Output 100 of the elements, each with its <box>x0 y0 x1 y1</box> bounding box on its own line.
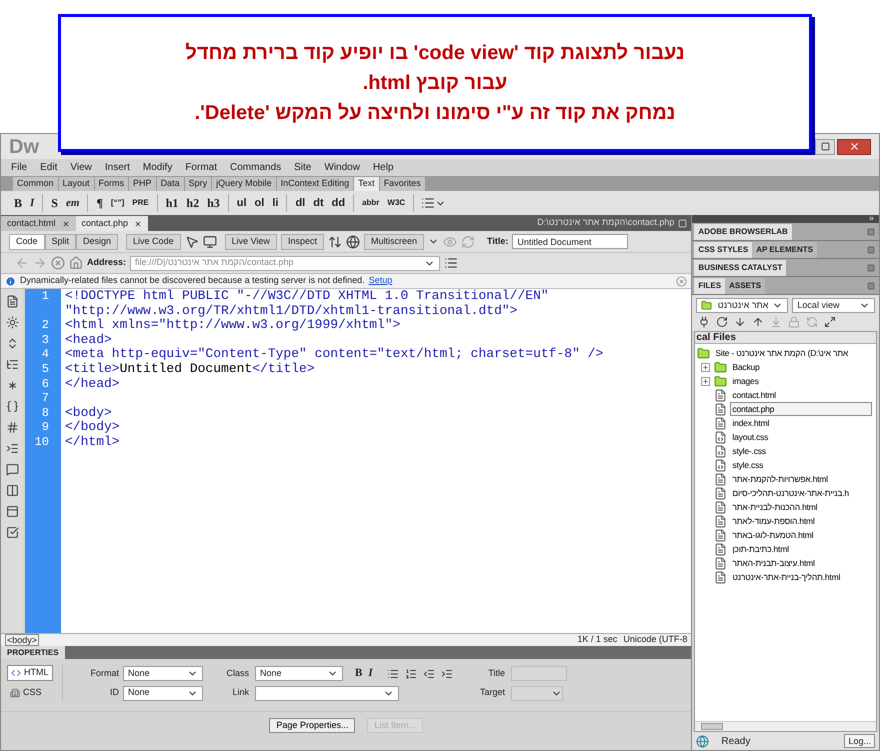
view-button[interactable]: Code <box>9 234 45 250</box>
file-name[interactable]: index.html <box>731 416 770 430</box>
format-button[interactable]: dl <box>294 194 306 212</box>
list-icon[interactable] <box>444 256 458 270</box>
close-icon[interactable] <box>62 220 70 228</box>
menu-item[interactable]: File <box>11 160 28 175</box>
file-name[interactable]: אפשרויות-להקמת-אתר.html <box>731 472 829 486</box>
format-button[interactable]: PRE <box>131 194 150 212</box>
format-button[interactable]: ul <box>236 194 248 212</box>
panel-menu-icon[interactable] <box>867 246 875 254</box>
info-icon[interactable] <box>5 276 16 286</box>
file-name[interactable]: הוספת-עמוד-לאתר.html <box>731 514 816 528</box>
menu-item[interactable]: Window <box>324 160 360 175</box>
hash-icon[interactable] <box>6 421 18 434</box>
document-tab[interactable]: contact.php <box>76 216 148 231</box>
view-button[interactable]: Split <box>44 234 76 250</box>
maximize-icon[interactable] <box>820 142 830 151</box>
panel-tab[interactable]: ASSETS <box>725 278 766 294</box>
file-name[interactable]: בניית-אתר-אינטרנט-תהליכי-סיום.h <box>731 486 850 500</box>
numbered-list-icon[interactable] <box>404 668 417 680</box>
file-name[interactable]: contact.php <box>731 402 872 416</box>
format-button[interactable]: S <box>50 194 59 212</box>
expand-icon[interactable] <box>701 362 710 372</box>
check-out-icon[interactable] <box>770 316 782 328</box>
menu-item[interactable]: Help <box>372 160 394 175</box>
address-field[interactable]: file:///D|/הקמת אתר אינטרנט/contact.php <box>130 256 440 270</box>
file-name[interactable]: layout.css <box>731 430 770 444</box>
multiscreen-button[interactable]: Multiscreen <box>364 234 424 250</box>
horizontal-scrollbar[interactable] <box>695 721 876 731</box>
collapse-icon[interactable] <box>868 215 875 222</box>
panel-tab[interactable]: FILES <box>694 278 726 294</box>
format-button[interactable]: ol <box>254 194 266 212</box>
panel-tab[interactable]: CSS STYLES <box>694 242 752 258</box>
globe-icon[interactable] <box>696 734 710 748</box>
class-dropdown[interactable]: None <box>255 666 343 682</box>
close-icon[interactable] <box>134 220 142 228</box>
globe-icon[interactable] <box>346 234 360 248</box>
insert-tab[interactable]: Layout <box>58 177 94 191</box>
file-name[interactable]: style.css <box>731 458 764 472</box>
tree-icon[interactable] <box>6 358 18 371</box>
tag-selector[interactable]: <body> <box>5 634 40 646</box>
view-dropdown[interactable]: Local view <box>792 298 875 313</box>
format-button[interactable]: h2 <box>185 194 200 212</box>
properties-button[interactable]: Page Properties... <box>269 718 356 733</box>
menu-item[interactable]: Format <box>185 160 217 175</box>
insert-tab[interactable]: jQuery Mobile <box>212 177 276 191</box>
site-dropdown[interactable]: אתר אינטרנט <box>696 298 788 313</box>
pointer-icon[interactable] <box>184 234 199 248</box>
format-button[interactable]: h1 <box>164 194 180 212</box>
format-button[interactable]: ¶ <box>95 194 104 212</box>
panel-tab[interactable]: AP ELEMENTS <box>752 242 817 258</box>
live-code-button[interactable]: Live Code <box>126 234 181 250</box>
italic-button[interactable]: I <box>368 665 373 682</box>
format-button[interactable]: B <box>13 194 24 212</box>
format-button[interactable]: I <box>29 194 36 212</box>
insert-tab[interactable]: Favorites <box>380 177 425 191</box>
format-button[interactable]: em <box>64 194 80 212</box>
connect-icon[interactable] <box>698 316 710 328</box>
menu-item[interactable]: Site <box>294 160 312 175</box>
refresh-icon[interactable] <box>716 316 728 328</box>
mode-button[interactable]: CSS <box>7 685 53 701</box>
file-name[interactable]: Site - הקמת אתר אינטרנט (D:\אתר אינ <box>714 346 850 360</box>
sun-icon[interactable] <box>6 316 18 329</box>
file-name[interactable]: Backup <box>731 360 761 374</box>
file-name[interactable]: contact.html <box>731 388 777 402</box>
menu-item[interactable]: Commands <box>230 160 282 175</box>
format-button[interactable]: [“”] <box>110 194 126 212</box>
indent-icon[interactable] <box>440 668 453 680</box>
file-name[interactable]: תהליך-בניית-אתר-אינטרנט.html <box>731 570 842 584</box>
indent-icon[interactable] <box>6 442 18 455</box>
bold-button[interactable]: B <box>355 665 362 682</box>
format-button[interactable]: li <box>271 194 280 212</box>
comment-icon[interactable] <box>6 463 18 476</box>
menu-item[interactable]: Modify <box>142 160 172 175</box>
panel-tab[interactable]: BUSINESS CATALYST <box>694 260 786 276</box>
insert-list-icon[interactable] <box>421 196 436 210</box>
file-icon[interactable] <box>6 295 18 308</box>
file-name[interactable]: עיצוב-תבנית-האתר.html <box>731 556 816 570</box>
get-icon[interactable] <box>734 316 746 328</box>
insert-tab[interactable]: Common <box>13 177 58 191</box>
format-dropdown[interactable]: None <box>123 666 203 682</box>
stop-icon[interactable] <box>51 256 65 270</box>
format-button[interactable]: abbr <box>361 194 380 212</box>
outdent-icon[interactable] <box>422 668 435 680</box>
insert-tab[interactable]: InContext Editing <box>276 177 354 191</box>
inspect-button[interactable]: Inspect <box>280 234 324 250</box>
columns-icon[interactable] <box>6 484 18 497</box>
expand-icon[interactable] <box>701 376 710 386</box>
put-icon[interactable] <box>752 316 764 328</box>
format-button[interactable]: W3C <box>386 194 406 212</box>
file-name[interactable]: הטמעת-לוגו-באתר.html <box>731 528 814 542</box>
format-button[interactable]: dt <box>312 194 325 212</box>
live-view-button[interactable]: Live View <box>224 234 277 250</box>
view-button[interactable]: Design <box>76 234 118 250</box>
file-name[interactable]: ההכנות-לבניית-אתר.html <box>731 500 818 514</box>
title-field[interactable]: Untitled Document <box>512 234 628 249</box>
menu-item[interactable]: View <box>70 160 92 175</box>
panel-menu-icon[interactable] <box>867 282 875 290</box>
insert-tab[interactable]: Data <box>156 177 184 191</box>
log-button[interactable]: Log... <box>844 734 875 748</box>
